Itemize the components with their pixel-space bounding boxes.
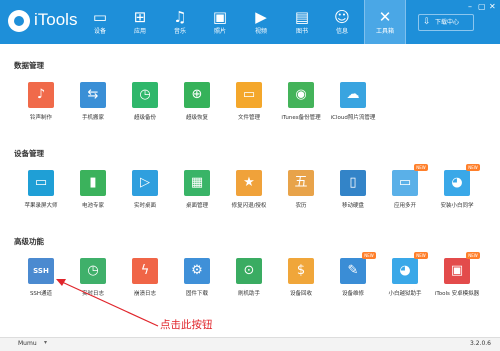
annotation-arrow (56, 279, 159, 327)
chevron-down-icon[interactable]: ▾ (44, 339, 47, 346)
version-label: 3.2.0.6 (470, 340, 491, 347)
device-name[interactable]: Mumu (18, 340, 37, 347)
status-bar: Mumu ▾ 3.2.0.6 (0, 337, 500, 351)
annotation-text: 点击此按钮 (160, 319, 213, 331)
